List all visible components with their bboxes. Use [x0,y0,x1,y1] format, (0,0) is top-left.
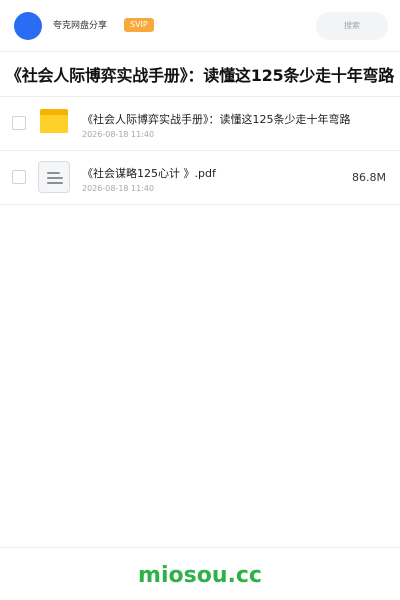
share-title: 《社会人际博弈实战手册》：读懂这125条少走十年弯路 [5,66,395,85]
svip-badge: SVIP [124,18,154,32]
file-row-pdf[interactable]: 《社会谋略125心计 》.pdf 2026-08-18 11:40 86.8M [0,151,400,205]
search-button[interactable]: 搜索 [316,12,388,40]
document-icon [38,161,70,193]
file-time: 2026-08-18 11:40 [82,184,155,193]
select-checkbox[interactable] [12,116,26,130]
folder-icon [40,109,68,133]
file-name: 《社会谋略125心计 》.pdf [82,167,216,180]
file-size: 86.8M [352,171,386,184]
avatar[interactable] [14,12,42,40]
brand-name: 夸克网盘分享 [53,21,108,31]
footer: miosou.cc [0,547,400,600]
file-row-folder[interactable]: 《社会人际博弈实战手册》：读懂这125条少走十年弯路 2026-08-18 11… [0,97,400,151]
select-checkbox[interactable] [12,170,26,184]
top-bar: 夸克网盘分享 SVIP 搜索 [0,0,400,52]
footer-brand: miosou.cc [138,563,262,588]
file-name: 《社会人际博弈实战手册》：读懂这125条少走十年弯路 [82,113,351,126]
file-time: 2026-08-18 11:40 [82,130,155,139]
